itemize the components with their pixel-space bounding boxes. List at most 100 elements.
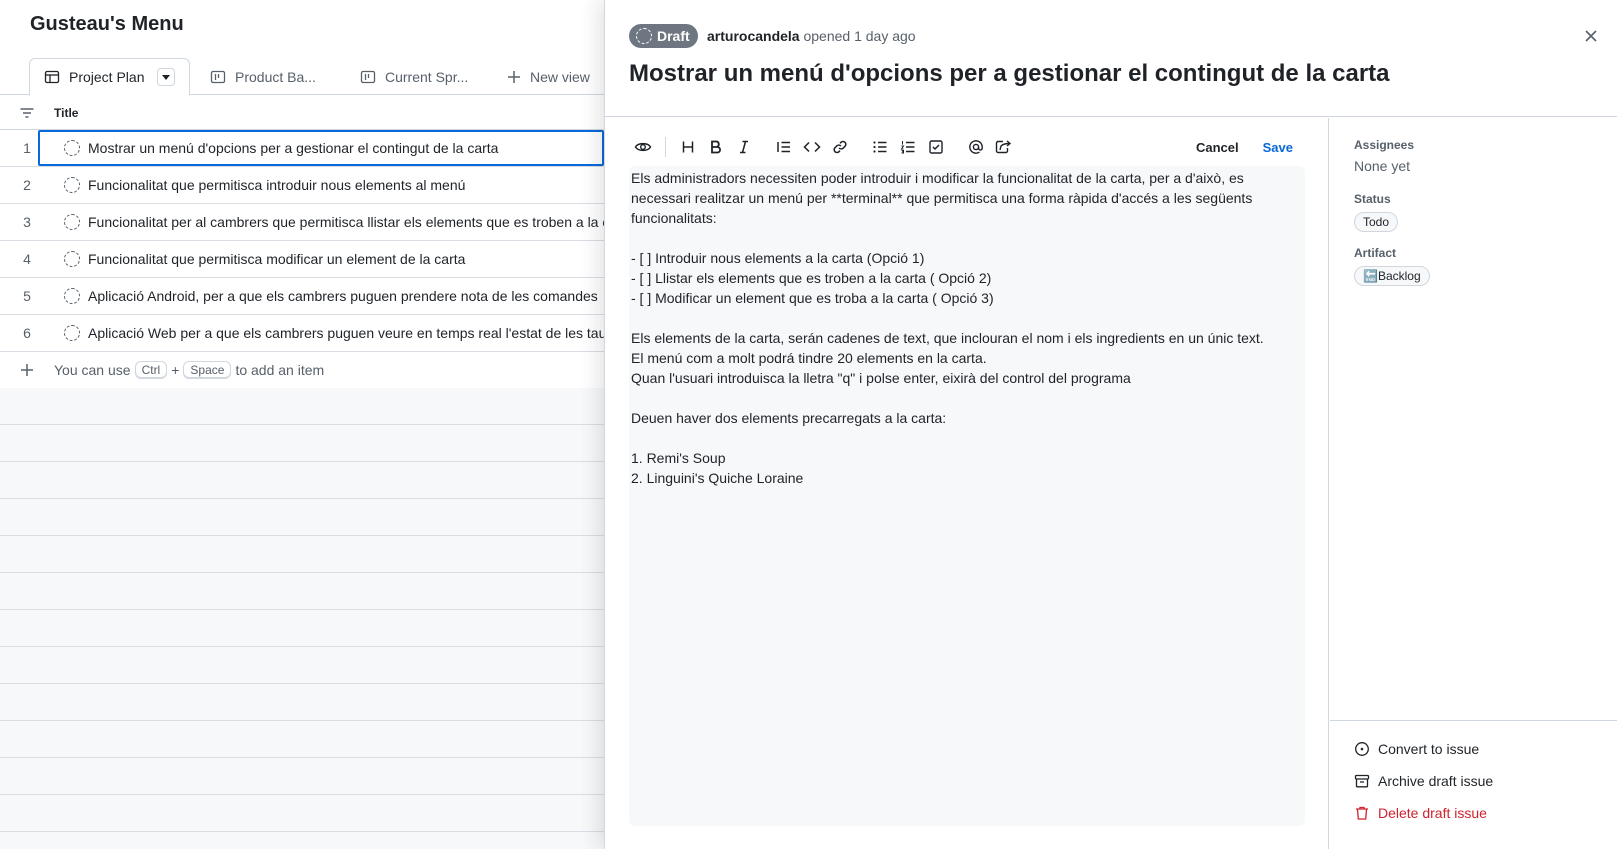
tab-label: Current Spr... (385, 68, 469, 85)
row-title: Aplicació Android, per a que els cambrer… (88, 288, 598, 304)
add-item-hint-prefix: You can use (54, 362, 131, 378)
quote-icon[interactable] (770, 133, 798, 161)
issue-title[interactable]: Mostrar un menú d'opcions per a gestiona… (629, 60, 1390, 88)
link-icon[interactable] (826, 133, 854, 161)
board-icon (210, 69, 226, 85)
archive-draft-button[interactable]: Archive draft issue (1354, 773, 1493, 789)
draft-icon (636, 28, 652, 44)
delete-draft-button[interactable]: Delete draft issue (1354, 805, 1487, 821)
tab-label: Project Plan (69, 69, 145, 85)
artifact-field[interactable]: Artifact 🔚Backlog (1354, 246, 1430, 286)
row-title-cell[interactable]: Mostrar un menú d'opcions per a gestiona… (38, 130, 604, 166)
tab-product-backlog[interactable]: Product Ba... (210, 58, 316, 95)
column-header-title[interactable]: Title (54, 106, 78, 120)
table-rows: 1 Mostrar un menú d'opcions per a gestio… (0, 130, 604, 389)
draft-icon (64, 288, 80, 304)
project-title: Gusteau's Menu (30, 13, 184, 35)
draft-icon (64, 214, 80, 230)
add-item-hint-suffix: to add an item (235, 362, 325, 378)
tab-menu-dropdown-icon[interactable] (157, 68, 176, 86)
plus-icon (507, 70, 521, 84)
row-title-cell[interactable]: Funcionalitat per al cambrers que permit… (38, 204, 604, 240)
add-item-plus-icon[interactable] (0, 363, 54, 377)
table-row[interactable]: 6 Aplicació Web per a que els cambrers p… (0, 315, 604, 352)
draft-icon (64, 177, 80, 193)
assignees-label: Assignees (1354, 138, 1415, 152)
filter-icon[interactable] (0, 105, 54, 121)
artifact-pill[interactable]: 🔚Backlog (1354, 266, 1430, 286)
new-view-button[interactable]: New view (507, 58, 590, 95)
row-title-cell[interactable]: Aplicació Android, per a que els cambrer… (38, 278, 604, 314)
table-row[interactable]: 2 Funcionalitat que permitisca introduir… (0, 167, 604, 204)
row-title: Funcionalitat que permitisca modificar u… (88, 251, 466, 267)
preview-eye-icon[interactable] (629, 133, 657, 161)
delete-label: Delete draft issue (1378, 805, 1487, 821)
table-icon (44, 69, 60, 85)
cancel-button[interactable]: Cancel (1184, 140, 1251, 155)
row-title-cell[interactable]: Aplicació Web per a que els cambrers pug… (38, 315, 604, 351)
new-view-label: New view (530, 68, 590, 85)
table-row[interactable]: 1 Mostrar un menú d'opcions per a gestio… (0, 130, 604, 167)
close-icon[interactable] (1581, 26, 1601, 46)
assignees-field[interactable]: Assignees None yet (1354, 138, 1414, 174)
row-title: Mostrar un menú d'opcions per a gestiona… (88, 140, 499, 156)
artifact-label: Artifact (1354, 246, 1397, 260)
draft-icon (64, 140, 80, 156)
trash-icon (1354, 805, 1370, 821)
cross-reference-icon[interactable] (990, 133, 1018, 161)
mention-icon[interactable] (962, 133, 990, 161)
kbd-plus: + (171, 362, 180, 378)
add-item-row[interactable]: You can use Ctrl + Space to add an item (0, 352, 604, 389)
view-tabs: Project Plan Product Ba... Current Spr..… (0, 58, 604, 96)
opened-info: arturocandela opened 1 day ago (707, 28, 916, 44)
italic-icon[interactable] (730, 133, 758, 161)
editor-column: Cancel Save Els administradors necessite… (605, 118, 1329, 849)
assignees-value: None yet (1354, 158, 1411, 174)
draft-icon (64, 325, 80, 341)
table-header: Title (0, 96, 604, 130)
convert-to-issue-button[interactable]: Convert to issue (1354, 741, 1479, 757)
tab-current-sprint[interactable]: Current Spr... (360, 58, 468, 95)
tab-label: Product Ba... (235, 68, 316, 85)
status-pill[interactable]: Todo (1354, 212, 1399, 232)
board-icon (360, 69, 376, 85)
issue-body-editor[interactable]: Els administradors necessiten poder intr… (629, 166, 1305, 826)
table-row[interactable]: 3 Funcionalitat per al cambrers que perm… (0, 204, 604, 241)
kbd-ctrl: Ctrl (134, 361, 168, 379)
task-list-icon[interactable] (922, 133, 950, 161)
row-title: Aplicació Web per a que els cambrers pug… (88, 325, 604, 341)
draft-issue-panel: Draft arturocandela opened 1 day ago Mos… (604, 0, 1617, 849)
opened-time: opened 1 day ago (803, 28, 916, 44)
author-link[interactable]: arturocandela (707, 28, 800, 44)
issue-sidebar: Assignees None yet Status Todo Artifact … (1330, 118, 1617, 849)
sidebar-actions: Convert to issue Archive draft issue Del… (1330, 720, 1617, 821)
empty-table-area (0, 388, 604, 849)
draft-badge-label: Draft (657, 28, 690, 44)
issue-opened-icon (1354, 741, 1370, 757)
row-title: Funcionalitat per al cambrers que permit… (88, 214, 604, 230)
status-field[interactable]: Status Todo (1354, 192, 1399, 232)
heading-icon[interactable] (674, 133, 702, 161)
bold-icon[interactable] (702, 133, 730, 161)
numbered-list-icon[interactable] (894, 133, 922, 161)
row-title: Funcionalitat que permitisca introduir n… (88, 177, 466, 193)
panel-header: Draft arturocandela opened 1 day ago Mos… (605, 0, 1617, 117)
bulleted-list-icon[interactable] (866, 133, 894, 161)
table-row[interactable]: 4 Funcionalitat que permitisca modificar… (0, 241, 604, 278)
project-view: Gusteau's Menu Project Plan Product Ba..… (0, 0, 604, 849)
kbd-space: Space (183, 361, 232, 379)
code-icon[interactable] (798, 133, 826, 161)
save-button[interactable]: Save (1251, 140, 1305, 155)
markdown-toolbar: Cancel Save (629, 132, 1305, 162)
status-badge: Draft (629, 24, 698, 48)
archive-icon (1354, 773, 1370, 789)
convert-label: Convert to issue (1378, 741, 1480, 757)
tab-project-plan[interactable]: Project Plan (29, 58, 191, 96)
table-row[interactable]: 5 Aplicació Android, per a que els cambr… (0, 278, 604, 315)
draft-icon (64, 251, 80, 267)
toolbar-divider (665, 137, 666, 157)
row-title-cell[interactable]: Funcionalitat que permitisca introduir n… (38, 167, 604, 203)
archive-label: Archive draft issue (1378, 773, 1494, 789)
status-label: Status (1354, 192, 1391, 206)
row-title-cell[interactable]: Funcionalitat que permitisca modificar u… (38, 241, 604, 277)
